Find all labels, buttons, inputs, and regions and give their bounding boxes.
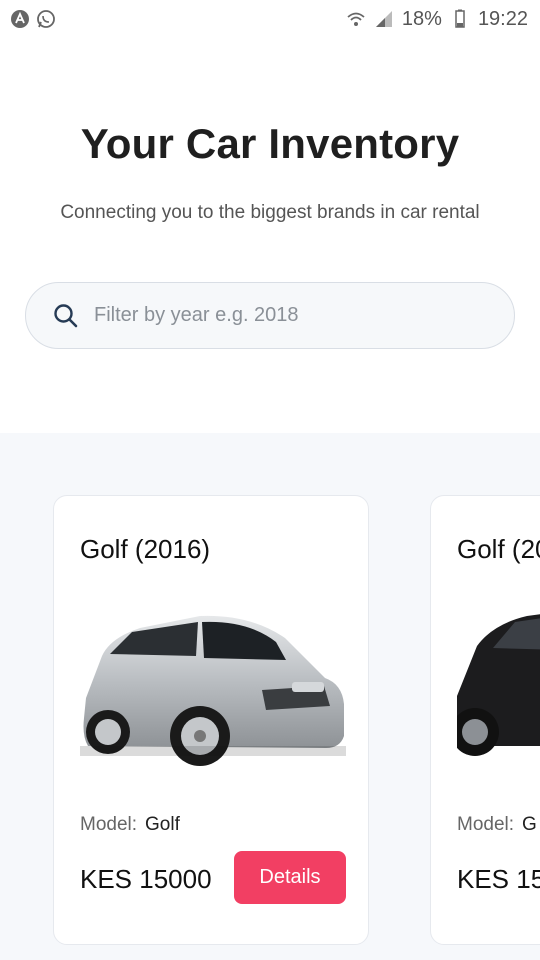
app-notification-icon [10,9,30,29]
car-listing: Golf (2016) Model: Golf KES 15000 Detail… [0,433,540,960]
status-right: 18% 19:22 [346,8,528,31]
page-subtitle: Connecting you to the biggest brands in … [60,202,480,223]
model-label: Model: [457,814,515,835]
price: KES 15000 [80,864,212,894]
model-line: Model: G [457,814,537,836]
battery-percent: 18% [401,7,442,30]
car-title: Golf (2016) [80,534,211,564]
price: KES 15 [457,864,540,894]
whatsapp-icon [36,9,56,29]
car-image [457,586,540,796]
model-label: Model: [80,814,138,835]
hero-section: Your Car Inventory Connecting you to the… [0,38,540,433]
car-card: Golf (2016) Model: Golf KES 15000 Detail… [53,495,369,945]
car-card: Golf (20 Model: G KES 15 [430,495,540,945]
car-image [80,586,346,796]
search-input[interactable] [94,304,474,327]
page-title: Your Car Inventory [80,120,460,167]
car-title: Golf (20 [457,534,540,564]
status-bar: 18% 19:22 [0,0,540,38]
model-value: G [522,814,537,835]
battery-icon [450,9,470,29]
model-line: Model: Golf [80,814,180,836]
clock: 19:22 [477,7,528,30]
model-value: Golf [145,814,180,835]
wifi-icon [346,9,366,29]
details-button[interactable]: Details [234,851,346,904]
signal-icon [374,9,394,29]
status-left [10,9,56,29]
search-bar[interactable] [25,282,515,349]
search-icon [52,302,80,330]
